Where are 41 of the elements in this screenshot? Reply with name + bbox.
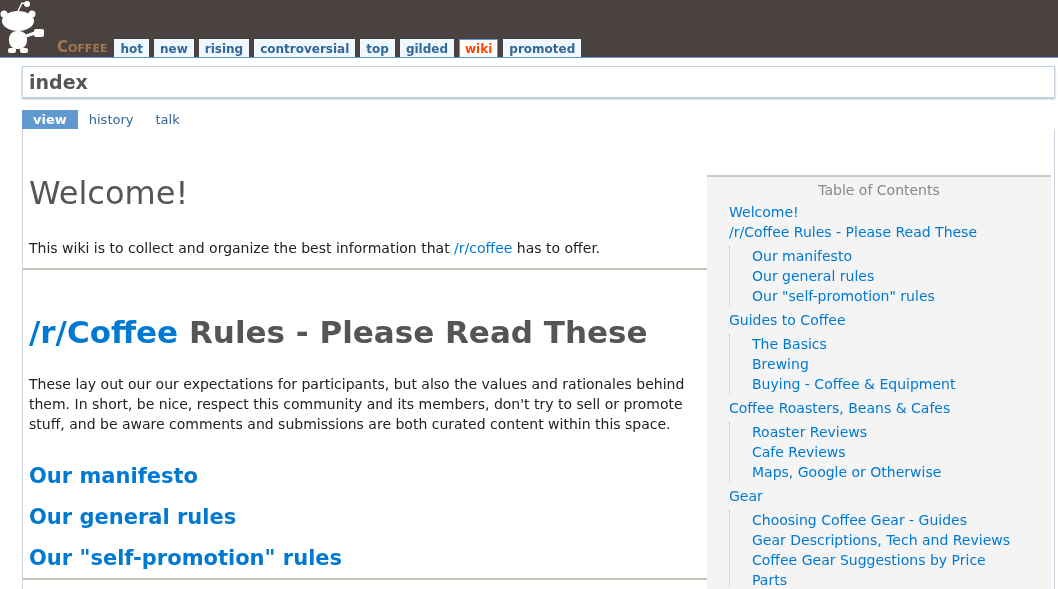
subreddit-name[interactable]: Coffee — [57, 38, 108, 57]
toc-link[interactable]: Roaster Reviews — [752, 422, 868, 442]
page-tab[interactable]: talk — [144, 110, 191, 129]
toc-link[interactable]: Coffee Gear Suggestions by Price — [752, 550, 986, 570]
nav-tab[interactable]: new — [153, 39, 194, 57]
toc-link[interactable]: Gear — [729, 486, 763, 506]
page-tab[interactable]: view — [22, 110, 78, 129]
nav-tab[interactable]: promoted — [503, 39, 582, 57]
nav-tab[interactable]: hot — [114, 39, 149, 57]
nav-tab[interactable]: gilded — [399, 39, 455, 57]
nav-tab[interactable]: top — [360, 39, 395, 57]
page-title: index — [29, 71, 88, 93]
toc-link[interactable]: Guides to Coffee — [729, 310, 846, 330]
nav-tab[interactable]: rising — [198, 39, 250, 57]
welcome-heading: Welcome! — [29, 174, 190, 212]
section-heading: Our general rules — [29, 504, 238, 531]
toc-link[interactable]: Cafe Reviews — [752, 442, 846, 462]
toc-link[interactable]: Brewing — [752, 354, 809, 374]
nav-tab[interactable]: wiki — [459, 39, 499, 57]
rules-paragraph: These lay out our our expectations for participants, but also the values and rationales behind them. In short, be nice, respect this community and its members, don't try to sell or promote stuff, and be aware comments and submissions are both curated content within this space. — [29, 375, 686, 434]
toc-link[interactable]: The Basics — [752, 334, 827, 354]
toc-link[interactable]: Maps, Google or Otherwise — [752, 462, 942, 482]
intro-paragraph: This wiki is to collect and organize the best information that /r/coffee has to offer. — [29, 239, 602, 258]
toc-link[interactable]: Our manifesto — [752, 246, 852, 266]
heading-link[interactable]: /r/Coffee — [29, 314, 179, 350]
page-tab[interactable]: history — [77, 110, 145, 129]
section-heading: Our "self-promotion" rules — [29, 545, 344, 572]
toc-link[interactable]: Gear Descriptions, Tech and Reviews — [752, 530, 1010, 550]
toc-link[interactable]: Welcome! — [729, 202, 799, 222]
toc-link[interactable]: /r/Coffee Rules - Please Read These — [729, 222, 978, 242]
rules-heading: /r/Coffee Rules - Please Read These — [29, 314, 649, 350]
subreddit-link[interactable]: /r/coffee — [454, 240, 513, 256]
toc-link[interactable]: Our "self-promotion" rules — [752, 286, 935, 306]
toc-title: Table of Contents — [817, 182, 941, 198]
section-heading: Our manifesto — [29, 463, 199, 490]
nav-tab[interactable]: controversial — [254, 39, 356, 57]
toc-link[interactable]: Coffee Roasters, Beans & Cafes — [729, 398, 951, 418]
toc-link[interactable]: Buying - Coffee & Equipment — [752, 374, 956, 394]
toc-link[interactable]: Choosing Coffee Gear - Guides — [752, 510, 967, 530]
toc-link[interactable]: Parts — [752, 570, 787, 589]
toc-link[interactable]: Our general rules — [752, 266, 875, 286]
